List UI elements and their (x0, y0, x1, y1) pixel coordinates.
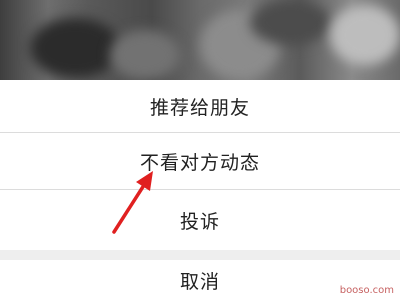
background-blur-shape (250, 0, 330, 45)
background-blur-shape (110, 30, 180, 80)
recommend-to-friend-option[interactable]: 推荐给朋友 (0, 80, 400, 132)
background-blur-shape (30, 18, 120, 78)
recommend-to-friend-label: 推荐给朋友 (149, 96, 250, 119)
background-blur-shape (330, 5, 400, 65)
red-arrow-annotation (112, 171, 153, 234)
cancel-label: 取消 (179, 270, 220, 293)
report-label: 投诉 (179, 210, 220, 233)
section-gap (0, 250, 400, 260)
blurred-background-photo (0, 0, 400, 80)
watermark: booso.com (339, 285, 394, 296)
hide-moments-option[interactable]: 不看对方动态 (0, 133, 400, 189)
report-option[interactable]: 投诉 (0, 190, 400, 250)
